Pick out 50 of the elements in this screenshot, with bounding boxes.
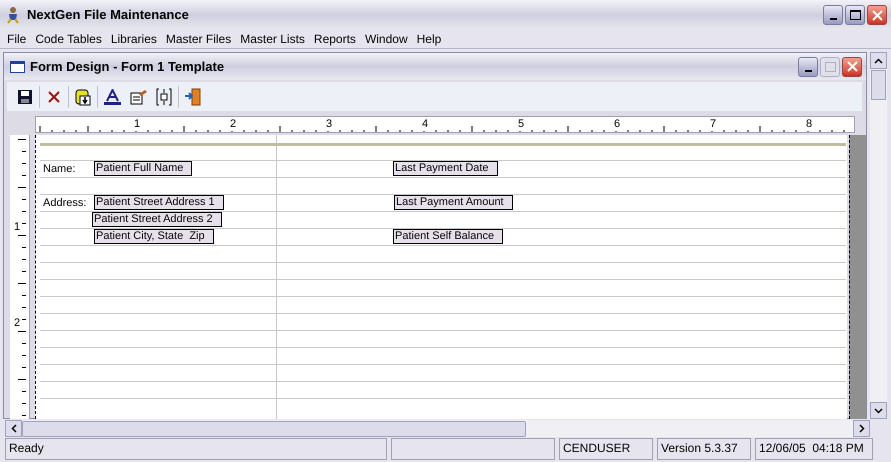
- form-field[interactable]: Patient Full Name: [94, 161, 192, 176]
- maximize-button[interactable]: [845, 5, 865, 25]
- menu-item[interactable]: Window: [364, 30, 408, 48]
- menu-item[interactable]: File: [7, 30, 26, 48]
- form-field[interactable]: Patient Self Balance: [393, 229, 504, 244]
- close-button[interactable]: [867, 5, 887, 25]
- ruler-number: 3: [325, 118, 334, 131]
- menu-item[interactable]: Code Tables: [35, 30, 102, 48]
- scroll-up-icon[interactable]: [870, 52, 887, 69]
- field-label: Name:: [43, 163, 76, 176]
- menu-item[interactable]: Help: [416, 30, 442, 48]
- child-window-title: Form Design - Form 1 Template: [30, 58, 224, 76]
- ruler-number: 6: [613, 118, 622, 131]
- menu-item[interactable]: Master Files: [166, 30, 232, 48]
- form-field[interactable]: Patient City, State Zip: [94, 229, 214, 244]
- ruler-number: 8: [805, 118, 814, 131]
- ruler-number: 4: [421, 118, 430, 131]
- menu-item[interactable]: Libraries: [110, 30, 157, 48]
- scroll-thumb[interactable]: [22, 420, 526, 436]
- window-icon: [10, 60, 25, 72]
- form-field[interactable]: Patient Street Address 1: [94, 195, 224, 210]
- status-panel: Ready: [5, 438, 387, 460]
- status-panel: 12/06/05 04:18 PM: [755, 438, 873, 460]
- status-panel: Version 5.3.37: [657, 438, 751, 460]
- ruler-number: 1: [133, 118, 142, 131]
- scroll-thumb[interactable]: [871, 70, 886, 100]
- ruler-number: 5: [517, 118, 526, 131]
- scroll-right-icon[interactable]: [853, 420, 870, 437]
- scroll-left-icon[interactable]: [5, 420, 22, 437]
- person-icon: [5, 6, 21, 24]
- status-panel: CENDUSER: [559, 438, 653, 460]
- ruler-number: 1: [14, 221, 20, 233]
- form-field[interactable]: Last Payment Amount: [394, 195, 513, 210]
- scroll-down-icon[interactable]: [870, 402, 887, 419]
- ruler-number: 2: [14, 317, 20, 329]
- window-title: NextGen File Maintenance: [27, 6, 189, 24]
- form-field[interactable]: Last Payment Date: [393, 161, 498, 176]
- menu-item[interactable]: Reports: [314, 30, 356, 48]
- ruler-number: 7: [709, 118, 718, 131]
- ruler-number: 2: [229, 118, 238, 131]
- minimize-button[interactable]: [823, 5, 843, 25]
- form-field[interactable]: Patient Street Address 2: [92, 212, 222, 227]
- minimize-button[interactable]: [798, 56, 818, 76]
- close-icon: [846, 61, 858, 72]
- horizontal-scrollbar[interactable]: [5, 420, 870, 437]
- close-button[interactable]: [842, 56, 862, 76]
- close-icon: [872, 10, 882, 20]
- menu-item[interactable]: Master Lists: [240, 30, 305, 48]
- field-label: Address:: [43, 197, 86, 210]
- vertical-scrollbar[interactable]: [870, 52, 887, 419]
